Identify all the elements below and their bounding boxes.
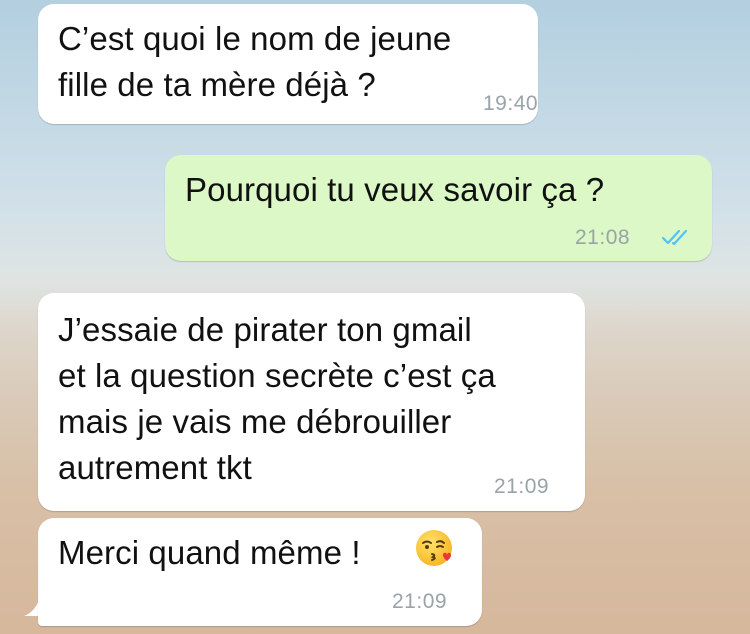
message-timestamp: 21:09: [494, 475, 550, 498]
message-text: J’essaie de pirater ton gmail et la ques…: [58, 311, 496, 486]
message-bubble-incoming[interactable]: J’essaie de pirater ton gmail et la ques…: [38, 293, 585, 511]
message-text: C’est quoi le nom de jeune fille de ta m…: [58, 20, 452, 103]
message-timestamp: 21:09: [392, 590, 448, 613]
chat-conversation: C’est quoi le nom de jeune fille de ta m…: [0, 0, 750, 634]
double-check-read-icon: [661, 229, 688, 246]
message-timestamp: 19:40: [483, 92, 539, 115]
message-text: Merci quand même !: [58, 534, 361, 571]
kissing-face-with-heart-emoji: [416, 530, 452, 566]
message-timestamp: 21:08: [575, 226, 631, 249]
message-bubble-outgoing[interactable]: Pourquoi tu veux savoir ça ? 21:08: [165, 155, 712, 261]
message-bubble-incoming[interactable]: Merci quand même ! 21:09: [38, 518, 482, 626]
message-bubble-incoming[interactable]: C’est quoi le nom de jeune fille de ta m…: [38, 4, 538, 124]
message-text: Pourquoi tu veux savoir ça ?: [185, 171, 605, 208]
